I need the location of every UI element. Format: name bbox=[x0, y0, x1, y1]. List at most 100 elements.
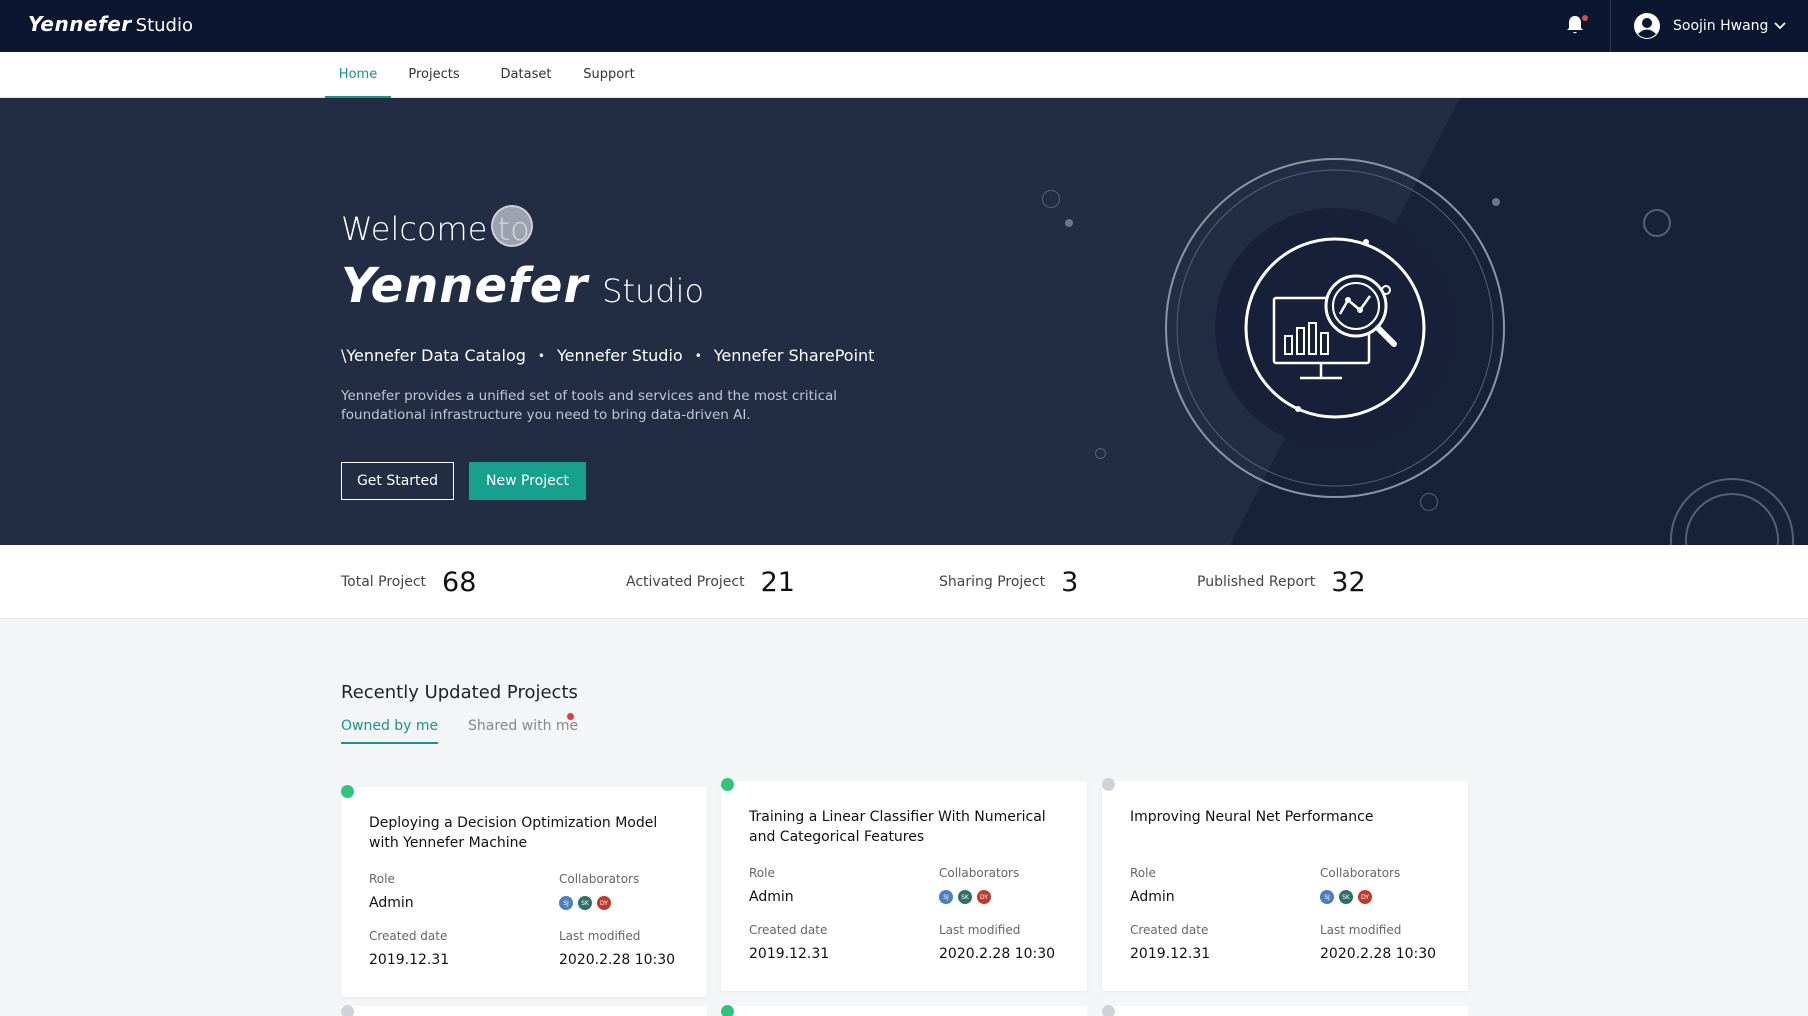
tab-shared-with-me[interactable]: Shared with me bbox=[468, 718, 578, 742]
hero-brand: Yennefer Studio bbox=[341, 258, 704, 314]
project-card[interactable]: Improving Neural Net Performance Role Ad… bbox=[1102, 781, 1468, 991]
nav-support[interactable]: Support bbox=[577, 52, 641, 98]
avatar[interactable]: SK bbox=[958, 890, 972, 904]
user-circle-icon bbox=[1634, 13, 1660, 39]
nav-projects[interactable]: Projects bbox=[402, 52, 466, 98]
project-card-partial[interactable] bbox=[341, 1006, 707, 1016]
avatar[interactable]: SJ bbox=[1320, 890, 1334, 904]
project-title: Improving Neural Net Performance bbox=[1130, 809, 1374, 825]
stat-label: Activated Project bbox=[626, 574, 745, 590]
modified-label: Last modified bbox=[559, 929, 641, 943]
app-brand[interactable]: Yennefer Studio bbox=[28, 12, 193, 36]
monitor-analytics-icon bbox=[1165, 158, 1505, 498]
created-label: Created date bbox=[749, 923, 828, 937]
stat-label: Published Report bbox=[1197, 574, 1316, 590]
stats-bar: Total Project 68 Activated Project 21 Sh… bbox=[0, 545, 1808, 619]
user-name: Soojin Hwang bbox=[1673, 18, 1769, 34]
hero-description: Yennefer provides a unified set of tools… bbox=[341, 387, 861, 425]
product-studio[interactable]: Yennefer Studio bbox=[557, 346, 683, 365]
created-label: Created date bbox=[369, 929, 448, 943]
hero-logo: Yennefer bbox=[341, 258, 589, 314]
notification-badge bbox=[1582, 15, 1588, 21]
role-label: Role bbox=[369, 872, 395, 886]
app-logo: Yennefer bbox=[28, 12, 132, 36]
decor-circle bbox=[1042, 190, 1060, 208]
created-label: Created date bbox=[1130, 923, 1209, 937]
user-menu[interactable]: Soojin Hwang bbox=[1633, 12, 1787, 40]
created-value: 2019.12.31 bbox=[1130, 946, 1211, 962]
collaborators-label: Collaborators bbox=[1320, 866, 1401, 880]
project-card-partial[interactable] bbox=[721, 1006, 1087, 1016]
avatar[interactable]: SJ bbox=[939, 890, 953, 904]
hero-banner: Welcome to Yennefer Studio \Yennefer Dat… bbox=[0, 98, 1808, 545]
shared-notification-dot bbox=[567, 713, 574, 720]
collaborators-label: Collaborators bbox=[559, 872, 640, 886]
hero-description-line: foundational infrastructure you need to … bbox=[341, 407, 751, 423]
decor-ring bbox=[1643, 209, 1671, 237]
status-indicator bbox=[1102, 1005, 1115, 1016]
tab-owned-by-me[interactable]: Owned by me bbox=[341, 718, 439, 744]
modified-value: 2020.2.28 10:30 bbox=[559, 952, 676, 968]
project-card[interactable]: Deploying a Decision Optimization Model … bbox=[341, 787, 707, 997]
project-card[interactable]: Training a Linear Classifier With Numeri… bbox=[721, 781, 1087, 991]
top-divider bbox=[1610, 0, 1611, 52]
product-sharepoint[interactable]: Yennefer SharePoint bbox=[714, 346, 875, 365]
get-started-button[interactable]: Get Started bbox=[341, 462, 454, 500]
notification-button[interactable] bbox=[1566, 15, 1588, 37]
role-label: Role bbox=[749, 866, 775, 880]
role-value: Admin bbox=[369, 895, 414, 911]
nav-dataset[interactable]: Dataset bbox=[494, 52, 558, 98]
stat-published-report: Published Report 32 bbox=[1197, 545, 1366, 619]
avatar[interactable]: SK bbox=[1339, 890, 1353, 904]
avatar[interactable]: DY bbox=[1358, 890, 1372, 904]
modified-value: 2020.2.28 10:30 bbox=[939, 946, 1056, 962]
stat-value: 68 bbox=[442, 566, 477, 598]
collaborators-avatars: SJ SK DY bbox=[1320, 890, 1377, 904]
new-project-button[interactable]: New Project bbox=[469, 462, 586, 500]
stat-label: Sharing Project bbox=[939, 574, 1046, 590]
chevron-down-icon bbox=[1774, 22, 1787, 30]
project-title: Training a Linear Classifier With Numeri… bbox=[749, 809, 1046, 845]
modified-value: 2020.2.28 10:30 bbox=[1320, 946, 1437, 962]
app-studio-label: Studio bbox=[135, 15, 193, 36]
collaborators-avatars: SJ SK DY bbox=[559, 896, 616, 910]
product-separator: • bbox=[694, 348, 702, 363]
decor-circle bbox=[1095, 448, 1106, 459]
avatar[interactable]: DY bbox=[977, 890, 991, 904]
stat-total-project: Total Project 68 bbox=[341, 545, 476, 619]
stat-label: Total Project bbox=[341, 574, 427, 590]
hero-studio: Studio bbox=[602, 272, 705, 310]
stat-value: 21 bbox=[760, 566, 795, 598]
stat-value: 32 bbox=[1331, 566, 1366, 598]
recent-projects-title: Recently Updated Projects bbox=[341, 682, 578, 703]
collaborators-label: Collaborators bbox=[939, 866, 1020, 880]
modified-label: Last modified bbox=[939, 923, 1021, 937]
nav-home[interactable]: Home bbox=[325, 52, 391, 98]
modified-label: Last modified bbox=[1320, 923, 1402, 937]
role-value: Admin bbox=[1130, 889, 1175, 905]
hero-description-line: Yennefer provides a unified set of tools… bbox=[341, 388, 838, 404]
status-indicator bbox=[341, 1005, 354, 1016]
product-list: \Yennefer Data Catalog • Yennefer Studio… bbox=[341, 346, 874, 365]
product-data-catalog[interactable]: \Yennefer Data Catalog bbox=[341, 346, 526, 365]
created-value: 2019.12.31 bbox=[369, 952, 450, 968]
created-value: 2019.12.31 bbox=[749, 946, 830, 962]
status-indicator bbox=[341, 785, 354, 798]
avatar[interactable]: DY bbox=[597, 896, 611, 910]
avatar[interactable]: SJ bbox=[559, 896, 573, 910]
pointer-cursor bbox=[491, 205, 533, 247]
stat-value: 3 bbox=[1061, 566, 1079, 598]
decor-dot bbox=[1065, 219, 1073, 227]
role-value: Admin bbox=[749, 889, 794, 905]
stat-activated-project: Activated Project 21 bbox=[626, 545, 795, 619]
avatar[interactable]: SK bbox=[578, 896, 592, 910]
main-nav: Home Projects Dataset Support bbox=[0, 52, 1808, 98]
project-title: Deploying a Decision Optimization Model … bbox=[369, 815, 658, 851]
stat-sharing-project: Sharing Project 3 bbox=[939, 545, 1078, 619]
role-label: Role bbox=[1130, 866, 1156, 880]
status-indicator bbox=[1102, 778, 1115, 791]
product-separator: • bbox=[537, 348, 545, 363]
project-card-partial[interactable] bbox=[1102, 1006, 1468, 1016]
status-indicator bbox=[721, 1005, 734, 1016]
status-indicator bbox=[721, 778, 734, 791]
